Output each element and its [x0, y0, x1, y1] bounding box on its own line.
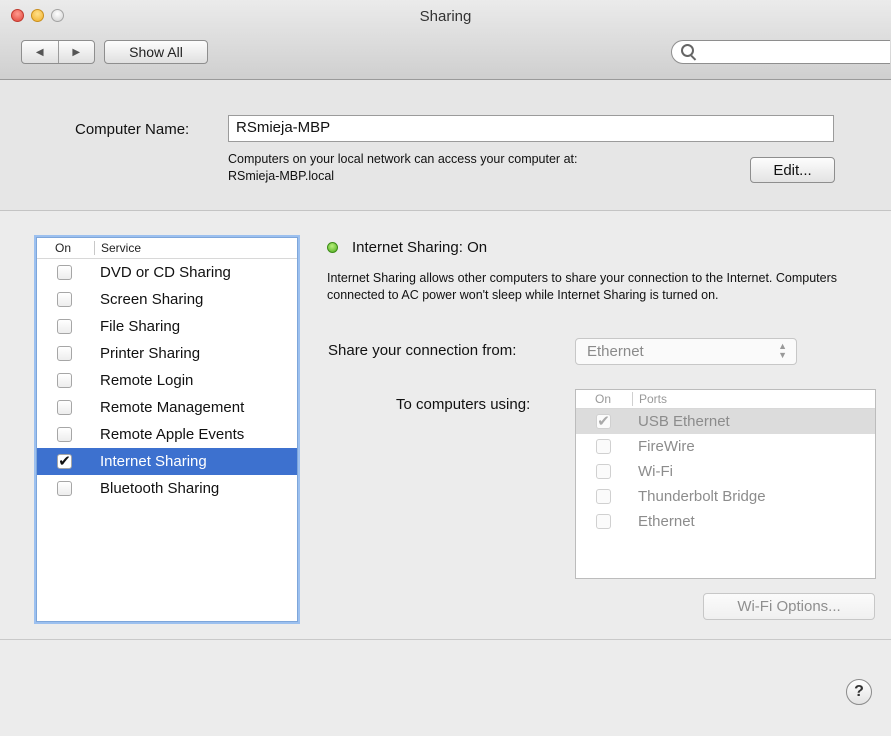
port-row: Ethernet: [576, 509, 875, 534]
window-title: Sharing: [419, 8, 472, 25]
to-computers-label: To computers using:: [396, 396, 531, 413]
computer-name-field[interactable]: RSmieja-MBP: [228, 115, 834, 142]
ports-list-header: On Ports: [576, 390, 875, 409]
column-header-on[interactable]: On: [55, 241, 71, 255]
edit-button[interactable]: Edit...: [750, 157, 835, 183]
service-name: Printer Sharing: [100, 345, 201, 362]
port-name: USB Ethernet: [638, 413, 730, 430]
share-from-label: Share your connection from:: [328, 342, 517, 359]
service-description: Internet Sharing allows other computers …: [327, 271, 837, 302]
wifi-options-button[interactable]: Wi-Fi Options...: [703, 593, 875, 620]
port-name: Wi-Fi: [638, 463, 673, 480]
column-header-service[interactable]: Service: [94, 241, 141, 255]
local-address-info: Computers on your local network can acce…: [228, 151, 728, 185]
title-bar: Sharing ◀ ▶ Show All: [0, 0, 891, 80]
service-name: Bluetooth Sharing: [100, 480, 220, 497]
service-list-header: On Service: [37, 238, 297, 259]
forward-arrow-icon: ▶: [72, 46, 81, 58]
help-button[interactable]: ?: [846, 679, 872, 705]
service-checkbox[interactable]: [57, 292, 72, 307]
computer-name-label: Computer Name:: [75, 121, 190, 138]
back-button[interactable]: ◀: [22, 41, 58, 63]
port-checkbox: [596, 439, 611, 454]
port-name: FireWire: [638, 438, 695, 455]
service-checkbox[interactable]: [57, 373, 72, 388]
divider: [0, 639, 891, 640]
port-row: FireWire: [576, 434, 875, 459]
port-checkbox: [596, 464, 611, 479]
service-checkbox[interactable]: [57, 319, 72, 334]
sharing-status: Internet Sharing: On: [352, 239, 488, 256]
status-indicator-icon: [327, 242, 338, 253]
service-checkbox[interactable]: [57, 481, 72, 496]
port-row: ✔ USB Ethernet: [576, 409, 875, 434]
service-row[interactable]: Printer Sharing: [37, 340, 297, 367]
share-from-value: Ethernet: [587, 343, 644, 360]
ports-column-header-ports: Ports: [632, 392, 667, 406]
service-checkbox[interactable]: [57, 346, 72, 361]
service-name: Screen Sharing: [100, 291, 204, 308]
service-checkbox[interactable]: [57, 400, 72, 415]
port-name: Thunderbolt Bridge: [638, 488, 766, 505]
port-checkbox: ✔: [596, 413, 611, 430]
search-input[interactable]: [698, 43, 882, 63]
forward-button[interactable]: ▶: [57, 41, 95, 63]
service-name: Remote Management: [100, 399, 245, 416]
local-access-text: Computers on your local network can acce…: [228, 152, 578, 166]
service-list[interactable]: On Service DVD or CD Sharing Screen Shari…: [36, 237, 298, 622]
service-row[interactable]: DVD or CD Sharing: [37, 259, 297, 286]
show-all-button[interactable]: Show All: [104, 40, 208, 64]
search-field[interactable]: [671, 40, 890, 64]
service-name: DVD or CD Sharing: [100, 264, 231, 281]
ports-column-header-on: On: [595, 392, 612, 406]
service-checkbox[interactable]: [57, 265, 72, 280]
port-name: Ethernet: [638, 513, 695, 530]
service-row[interactable]: Bluetooth Sharing: [37, 475, 297, 502]
service-name: Remote Apple Events: [100, 426, 245, 443]
service-name: Internet Sharing: [100, 453, 207, 470]
service-row[interactable]: ✔ Internet Sharing: [37, 448, 297, 475]
search-icon: [681, 44, 694, 57]
service-row[interactable]: Screen Sharing: [37, 286, 297, 313]
service-name: File Sharing: [100, 318, 181, 335]
service-checkbox[interactable]: [57, 427, 72, 442]
service-name: Remote Login: [100, 372, 194, 389]
port-row: Thunderbolt Bridge: [576, 484, 875, 509]
back-forward-group: ◀ ▶: [21, 40, 95, 64]
share-from-popup[interactable]: Ethernet ▲ ▼: [575, 338, 797, 365]
local-address: RSmieja-MBP.local: [228, 169, 335, 183]
back-arrow-icon: ◀: [35, 46, 44, 58]
popup-stepper-icon: ▲ ▼: [778, 341, 787, 360]
port-checkbox: [596, 489, 611, 504]
service-row[interactable]: Remote Management: [37, 394, 297, 421]
service-row[interactable]: Remote Login: [37, 367, 297, 394]
service-checkbox[interactable]: ✔: [57, 454, 72, 469]
port-checkbox: [596, 514, 611, 529]
service-row[interactable]: File Sharing: [37, 313, 297, 340]
computer-name-panel: [0, 80, 891, 211]
port-row: Wi-Fi: [576, 459, 875, 484]
ports-list[interactable]: On Ports ✔ USB Ethernet FireWire Wi-Fi Thund…: [575, 389, 876, 579]
service-row[interactable]: Remote Apple Events: [37, 421, 297, 448]
